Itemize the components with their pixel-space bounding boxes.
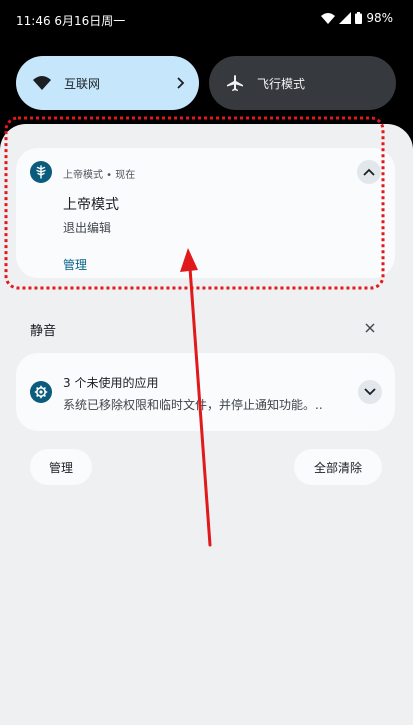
god-mode-manage-action[interactable]: 管理: [63, 256, 87, 273]
status-icons: 98%: [321, 11, 393, 25]
battery-icon: [355, 12, 363, 24]
expand-button[interactable]: [358, 380, 382, 404]
manage-button[interactable]: 管理: [30, 449, 92, 485]
god-mode-title: 上帝模式: [63, 197, 119, 213]
wifi-icon: [32, 73, 52, 93]
airplane-icon: [225, 73, 245, 93]
god-mode-text: 退出编辑: [63, 221, 112, 235]
status-bar: 11:46 6月16日周一 98%: [0, 0, 413, 40]
battery-percent: 98%: [366, 11, 393, 25]
clear-all-button[interactable]: 全部清除: [294, 449, 382, 485]
wifi-signal-icon: [321, 12, 336, 24]
god-mode-app-time: 上帝模式 • 现在: [63, 170, 136, 181]
chevron-up-icon: [363, 168, 375, 176]
close-icon[interactable]: [362, 320, 378, 336]
internet-tile-label: 互联网: [64, 76, 101, 91]
gear-icon: [30, 381, 52, 403]
status-time-date: 11:46 6月16日周一: [16, 14, 126, 28]
airplane-mode-tile[interactable]: 飞行模式: [209, 56, 396, 110]
unused-apps-text: 系统已移除权限和临时文件，并停止通知功能。..: [63, 398, 323, 412]
internet-tile[interactable]: 互联网: [16, 56, 199, 110]
airplane-tile-label: 飞行模式: [257, 76, 306, 91]
unused-apps-notification[interactable]: [16, 353, 395, 431]
collapse-button[interactable]: [357, 160, 381, 184]
tree-icon: [30, 161, 52, 183]
android-screen: 11:46 6月16日周一 98% 互联网 飞行模式 上帝模式 • 现在 上帝模…: [0, 0, 413, 725]
unused-apps-title: 3 个未使用的应用: [63, 376, 159, 390]
chevron-down-icon: [364, 388, 376, 396]
chevron-right-icon: [177, 75, 185, 94]
cell-signal-icon: [339, 12, 352, 24]
silent-section-title: 静音: [30, 324, 57, 339]
